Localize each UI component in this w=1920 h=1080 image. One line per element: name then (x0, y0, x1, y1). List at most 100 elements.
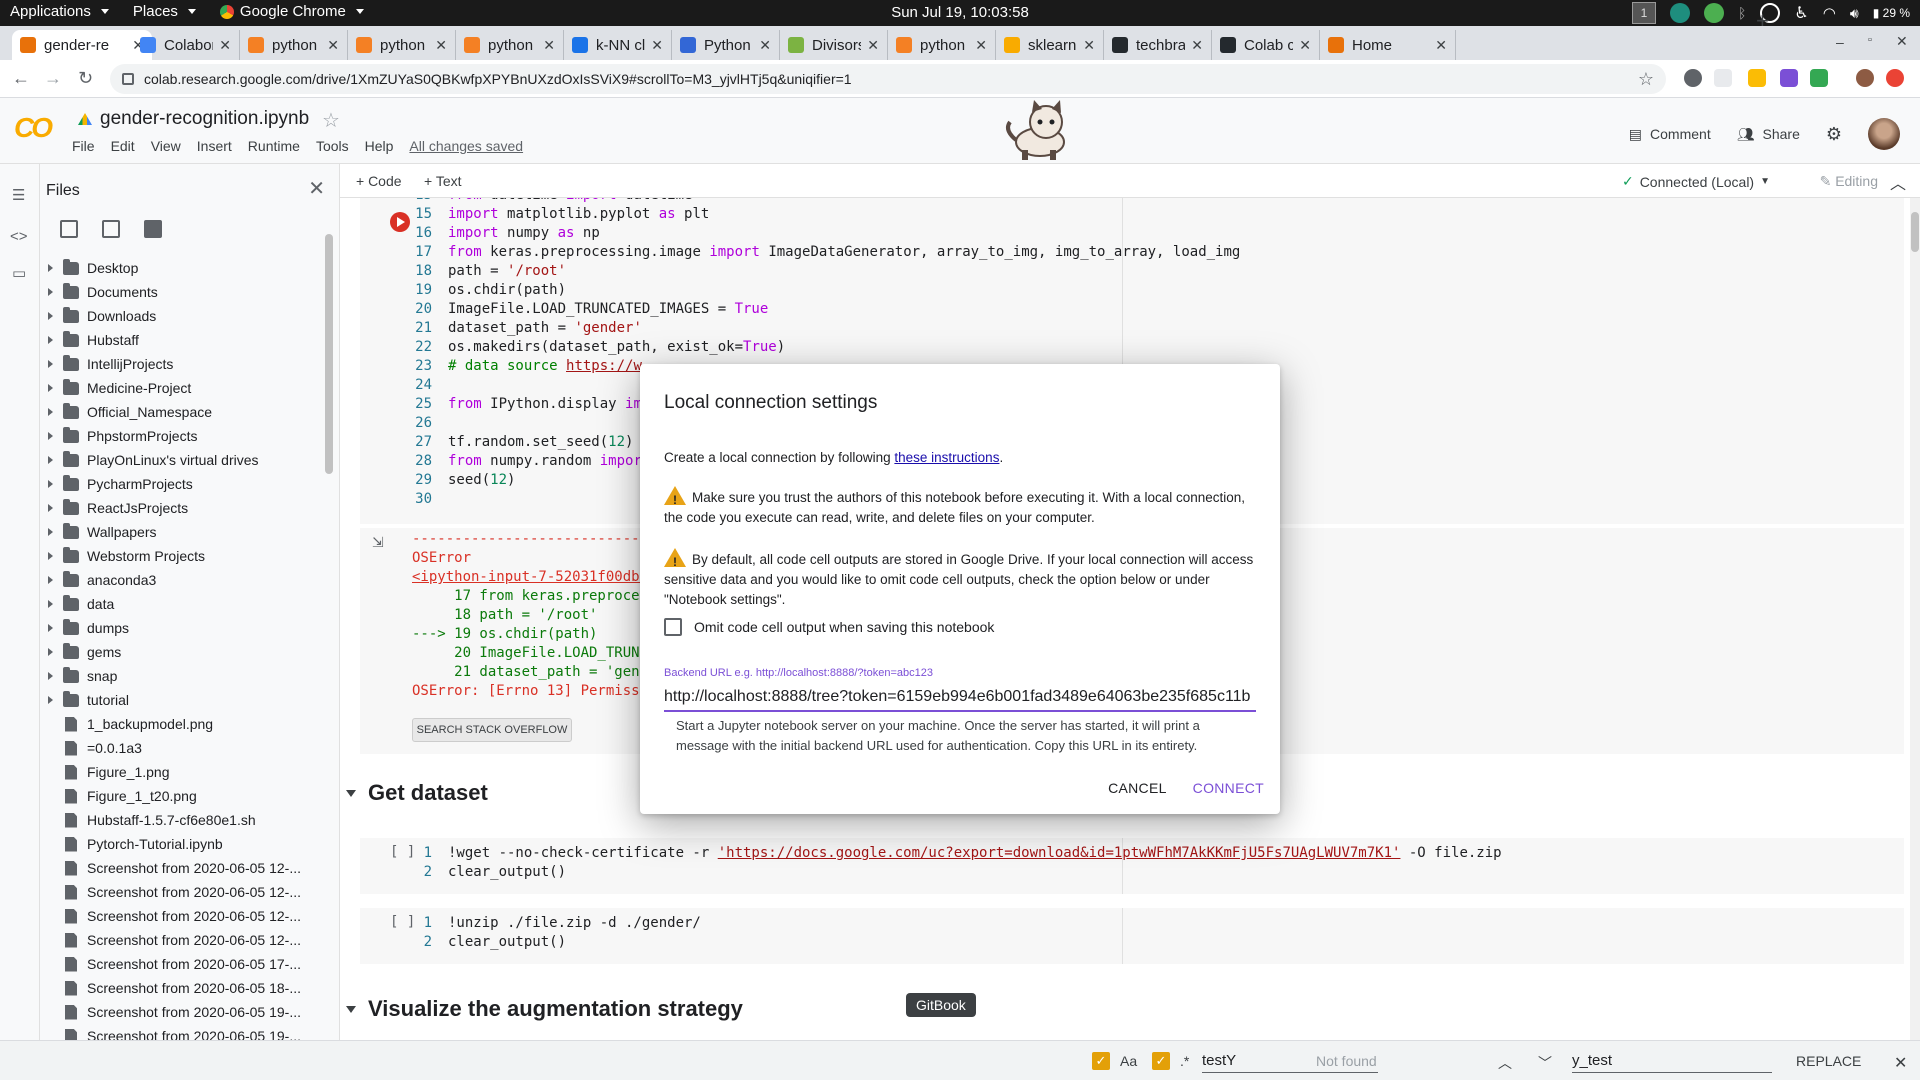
extension-icon[interactable] (1714, 69, 1732, 87)
menu-edit[interactable]: Edit (111, 138, 135, 154)
battery-label: 29 % (1882, 6, 1910, 20)
replace-button[interactable]: REPLACE (1796, 1053, 1861, 1069)
profile-avatar[interactable] (1856, 69, 1874, 87)
connect-button[interactable]: CONNECT (1193, 780, 1264, 796)
browser-tab[interactable]: Divisors o ✕ (780, 30, 888, 60)
warning-icon (664, 548, 686, 572)
previous-match-icon[interactable]: ︿ (1498, 1053, 1512, 1073)
close-tab-icon[interactable]: ✕ (975, 37, 987, 54)
menu-insert[interactable]: Insert (197, 138, 232, 154)
next-match-icon[interactable]: ﹀ (1538, 1053, 1552, 1073)
close-tab-icon[interactable]: ✕ (1083, 37, 1095, 54)
warning-text: Make sure you trust the authors of this … (664, 490, 1246, 525)
wifi-icon[interactable]: ◠ (1823, 4, 1836, 22)
new-tab-button[interactable]: + (1756, 8, 1769, 34)
extension-icon[interactable] (1748, 69, 1766, 87)
battery-icon: ▮ (1872, 6, 1880, 20)
accessibility-icon[interactable]: ♿ (1794, 3, 1808, 23)
browser-tab[interactable]: Colaborat ✕ (132, 30, 240, 60)
close-tab-icon[interactable]: ✕ (651, 37, 663, 54)
comment-button[interactable]: ▤ Comment (1629, 126, 1711, 143)
extension-icon[interactable] (1886, 69, 1904, 87)
reload-button[interactable]: ↻ (78, 68, 93, 89)
browser-tab[interactable]: gender-re ✕ (12, 30, 152, 60)
browser-tab[interactable]: python - V ✕ (240, 30, 348, 60)
minimize-button[interactable]: – (1836, 34, 1844, 50)
applications-menu[interactable]: Applications (10, 3, 109, 20)
browser-tab[interactable]: Python Op ✕ (672, 30, 780, 60)
close-tab-icon[interactable]: ✕ (867, 37, 879, 54)
instructions-link[interactable]: these instructions (894, 450, 999, 465)
comment-icon: ▤ (1628, 125, 1643, 142)
bluetooth-icon[interactable]: ᛒ (1738, 5, 1746, 21)
backend-url-input[interactable] (664, 684, 1256, 712)
applications-label: Applications (10, 3, 91, 20)
match-case-checkbox[interactable]: ✓ (1092, 1052, 1110, 1070)
bookmark-star-icon[interactable]: ☆ (1638, 69, 1654, 90)
back-button[interactable]: ← (12, 68, 30, 89)
browser-tab[interactable]: python - H ✕ (888, 30, 996, 60)
menu-file[interactable]: File (72, 138, 95, 154)
notebook-title[interactable]: gender-recognition.ipynb (78, 108, 309, 130)
tab-favicon-icon (572, 37, 588, 53)
backend-url-hint: Start a Jupyter notebook server on your … (676, 718, 1200, 753)
cat-mascot-icon (1006, 100, 1065, 160)
clock[interactable]: Sun Jul 19, 10:03:58 (891, 4, 1029, 21)
regex-checkbox[interactable]: ✓ (1152, 1052, 1170, 1070)
omit-output-checkbox[interactable] (664, 618, 682, 636)
browser-tab[interactable]: k-NN class ✕ (564, 30, 672, 60)
address-bar[interactable]: colab.research.google.com/drive/1XmZUYaS… (110, 64, 1666, 94)
drive-icon (78, 113, 92, 125)
local-connection-dialog: Local connection settings Create a local… (640, 364, 1280, 814)
hubstaff-tray-icon[interactable] (1670, 3, 1691, 23)
menu-runtime[interactable]: Runtime (248, 138, 300, 154)
star-icon[interactable]: ☆ (322, 108, 340, 133)
close-icon[interactable]: ✕ (1894, 1053, 1907, 1073)
battery-status[interactable]: ▮ 29 % (1873, 6, 1910, 20)
check-tray-icon[interactable] (1704, 3, 1725, 23)
save-status[interactable]: All changes saved (409, 138, 523, 154)
settings-gear-icon[interactable]: ⚙ (1826, 124, 1842, 145)
close-tab-icon[interactable]: ✕ (759, 37, 771, 54)
forward-button[interactable]: → (44, 68, 62, 89)
menu-view[interactable]: View (151, 138, 181, 154)
menu-help[interactable]: Help (365, 138, 394, 154)
omit-output-option[interactable]: Omit code cell output when saving this n… (664, 618, 994, 636)
close-tab-icon[interactable]: ✕ (1191, 37, 1203, 54)
extension-gear-icon[interactable] (1684, 69, 1702, 87)
workspace-indicator[interactable]: 1 (1632, 2, 1657, 24)
download-icon[interactable] (1810, 69, 1828, 87)
browser-tab[interactable]: python - sl ✕ (456, 30, 564, 60)
tab-favicon-icon (248, 37, 264, 53)
browser-tab[interactable]: Colab cras ✕ (1212, 30, 1320, 60)
tab-title: sklearn.ne (1028, 36, 1077, 54)
replace-input[interactable]: y_test (1572, 1049, 1772, 1073)
maximize-button[interactable]: ▫ (1868, 34, 1872, 46)
close-tab-icon[interactable]: ✕ (327, 37, 339, 54)
output-warning: By default, all code cell outputs are st… (664, 548, 1256, 610)
close-tab-icon[interactable]: ✕ (219, 37, 231, 54)
close-tab-icon[interactable]: ✕ (1299, 37, 1311, 54)
regex-label: .* (1180, 1053, 1190, 1069)
browser-tab[interactable]: python - C ✕ (348, 30, 456, 60)
share-label: Share (1762, 126, 1800, 142)
cancel-button[interactable]: CANCEL (1108, 780, 1167, 796)
colab-logo[interactable]: CO (14, 112, 53, 144)
user-avatar[interactable] (1868, 118, 1900, 150)
active-app-menu[interactable]: Google Chrome (219, 3, 364, 20)
people-icon: 👥︎ (1736, 125, 1755, 142)
find-replace-bar: ✓ Aa ✓ .* testY Not found ︿ ﹀ y_test REP… (0, 1040, 1920, 1080)
places-menu[interactable]: Places (133, 3, 196, 20)
share-button[interactable]: 👥︎ Share (1737, 126, 1800, 143)
extension-icon[interactable] (1780, 69, 1798, 87)
close-tab-icon[interactable]: ✕ (1435, 37, 1447, 54)
tab-title: python - C (380, 36, 429, 54)
browser-tab[interactable]: techbrain ✕ (1104, 30, 1212, 60)
close-window-button[interactable]: ✕ (1896, 33, 1908, 50)
browser-tab[interactable]: sklearn.ne ✕ (996, 30, 1104, 60)
close-tab-icon[interactable]: ✕ (435, 37, 447, 54)
close-tab-icon[interactable]: ✕ (543, 37, 555, 54)
menu-tools[interactable]: Tools (316, 138, 349, 154)
browser-tab[interactable]: Home ✕ (1320, 30, 1456, 60)
volume-icon[interactable]: 🔊︎ (1850, 5, 1859, 22)
